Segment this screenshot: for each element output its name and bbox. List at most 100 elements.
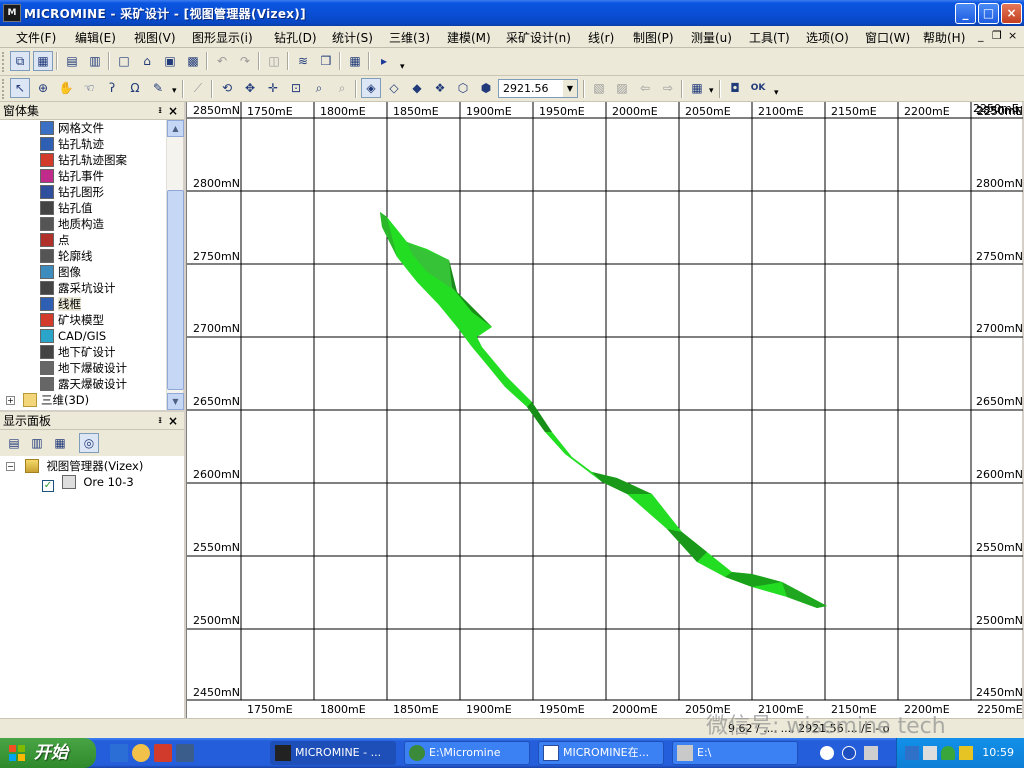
form-item[interactable]: 地下矿设计 [40,344,116,360]
undo-icon[interactable]: ↶ [212,51,232,71]
close-button[interactable]: × [1001,3,1022,24]
form-manager-icon[interactable]: ▥ [85,51,105,71]
select-arrow-icon[interactable]: ↖ [10,78,30,98]
maximize-button[interactable]: □ [978,3,999,24]
pin-icon[interactable]: ᵻ [158,412,162,430]
table-icon[interactable]: ▦ [345,51,365,71]
menu-file[interactable]: 文件(F) [16,29,56,46]
minimize-button[interactable]: _ [955,3,976,24]
display-options-icon[interactable]: ◎ [79,433,99,453]
task-drive-e[interactable]: E:\ [672,741,798,765]
toolbar-grip[interactable] [2,52,5,72]
new-file-icon[interactable]: □ [114,51,134,71]
form-item[interactable]: 露采坑设计 [40,280,116,296]
chrome-icon[interactable] [820,746,834,760]
close-icon[interactable]: × [168,412,178,430]
view-box-icon[interactable]: ⬢ [476,78,496,98]
rotate-view-icon[interactable]: ⟲ [217,78,237,98]
macro-icon[interactable]: ▸ [374,51,394,71]
expand-icon[interactable]: + [6,396,15,405]
view-plan-icon[interactable]: ◈ [361,78,381,98]
menu-window[interactable]: 窗口(W) [865,29,910,46]
menu-3d[interactable]: 三维(3) [389,29,430,46]
ruler-icon[interactable]: ⟋ [188,78,208,98]
layers-icon[interactable]: ≋ [293,51,313,71]
save-all-icon[interactable]: ▩ [183,51,203,71]
task-folder-micromine[interactable]: E:\Micromine [404,741,530,765]
task-word-document[interactable]: MICROMINE在... [538,741,664,765]
redo-icon[interactable]: ↷ [235,51,255,71]
query-icon[interactable]: ʔ [102,78,122,98]
view-front-icon[interactable]: ◇ [384,78,404,98]
zoom-window-icon[interactable]: ⊡ [286,78,306,98]
cube-icon[interactable]: ❒ [316,51,336,71]
forms-scrollbar[interactable]: ▲ ▼ [166,120,184,410]
menu-line[interactable]: 线(r) [588,29,614,46]
snapshot-icon[interactable]: ◘ [725,78,745,98]
collapse-icon[interactable]: − [6,462,15,471]
security-icon[interactable] [941,746,955,760]
menu-tools[interactable]: 工具(T) [749,29,790,46]
pan-hand-icon[interactable]: ✋ [56,78,76,98]
rotate-hand-icon[interactable]: ☜ [79,78,99,98]
sort-layers-icon[interactable]: ▤ [4,433,24,453]
menu-options[interactable]: 选项(O) [806,29,849,46]
menu-modelling[interactable]: 建模(M) [447,29,491,46]
shield-icon[interactable] [959,746,973,760]
measure-icon[interactable]: Ω [125,78,145,98]
menu-survey[interactable]: 测量(u) [691,29,732,46]
network-icon[interactable] [864,746,878,760]
quicklaunch-qq-icon[interactable] [132,744,150,762]
menu-edit[interactable]: 编辑(E) [75,29,116,46]
move-layer-down-icon[interactable]: ▦ [50,433,70,453]
mdi-restore-button[interactable]: ❐ [992,29,1002,42]
zoom-previous-icon[interactable]: ⌕ [332,78,352,98]
map-canvas[interactable]: 1750mE 1800mE 1850mE 1900mE 1950mE 2000mE 2050… [187,102,1023,718]
cascade-windows-icon[interactable]: ⧉ [10,51,30,71]
properties-icon[interactable]: ◫ [264,51,284,71]
tile-windows-icon[interactable]: ▦ [33,51,53,71]
toolbar-overflow-icon[interactable]: ▾ [774,88,779,98]
quicklaunch-dictionary-icon[interactable] [154,744,172,762]
move-layer-up-icon[interactable]: ▥ [27,433,47,453]
menu-help[interactable]: 帮助(H) [923,29,965,46]
form-item[interactable]: 钻孔事件 [40,168,104,184]
move-view-icon[interactable]: ✥ [240,78,260,98]
save-icon[interactable]: ▣ [160,51,180,71]
menu-drillhole[interactable]: 钻孔(D) [274,29,317,46]
mdi-minimize-button[interactable]: _ [978,29,984,42]
open-forms-icon[interactable]: ▤ [62,51,82,71]
menu-statistics[interactable]: 统计(S) [332,29,373,46]
view-iso-icon[interactable]: ⬡ [453,78,473,98]
grid-dropdown-icon[interactable]: ▾ [709,86,714,96]
start-button[interactable]: 开始 [0,738,96,768]
title-bar[interactable]: M MICROMINE - 采矿设计 - [视图管理器(Vizex)] _ □ … [0,0,1024,26]
ok-icon[interactable]: OK [748,78,768,98]
zoom-in-icon[interactable]: ⌕ [309,78,329,98]
display-icon[interactable] [905,746,919,760]
section-icon[interactable]: ▧ [589,78,609,98]
close-icon[interactable]: × [168,102,178,120]
form-item[interactable]: 露天爆破设计 [40,376,127,392]
digitize-icon[interactable]: ✎ [148,78,168,98]
form-item[interactable]: 矿块模型 [40,312,104,328]
form-item[interactable]: 图像 [40,264,81,280]
zoom-icon[interactable]: ⊕ [33,78,53,98]
form-item[interactable]: 钻孔图形 [40,184,104,200]
form-item[interactable]: 网格文件 [40,120,104,136]
grid-icon[interactable]: ▦ [687,78,707,98]
zoom-scale-input[interactable]: 2921.56 ▼ [498,79,578,98]
layer-item[interactable]: ✓ Ore 10-3 [42,474,134,492]
layer-visible-checkbox[interactable]: ✓ [42,480,54,492]
vizex-viewport[interactable]: 1750mE 1800mE 1850mE 1900mE 1950mE 2000mE 2050… [186,102,1023,718]
folder-3d-item[interactable]: + 三维(3D) [6,392,89,408]
form-item[interactable]: 钻孔轨迹图案 [40,152,127,168]
form-item[interactable]: 地下爆破设计 [40,360,127,376]
toolbar-overflow-icon[interactable]: ▾ [400,62,405,72]
pin-icon[interactable]: ᵻ [158,102,162,120]
form-item[interactable]: 线框 [40,296,81,312]
menu-plot[interactable]: 制图(P) [633,29,674,46]
view-3d-icon[interactable]: ❖ [430,78,450,98]
form-item[interactable]: 地质构造 [40,216,104,232]
quicklaunch-explorer-icon[interactable] [110,744,128,762]
